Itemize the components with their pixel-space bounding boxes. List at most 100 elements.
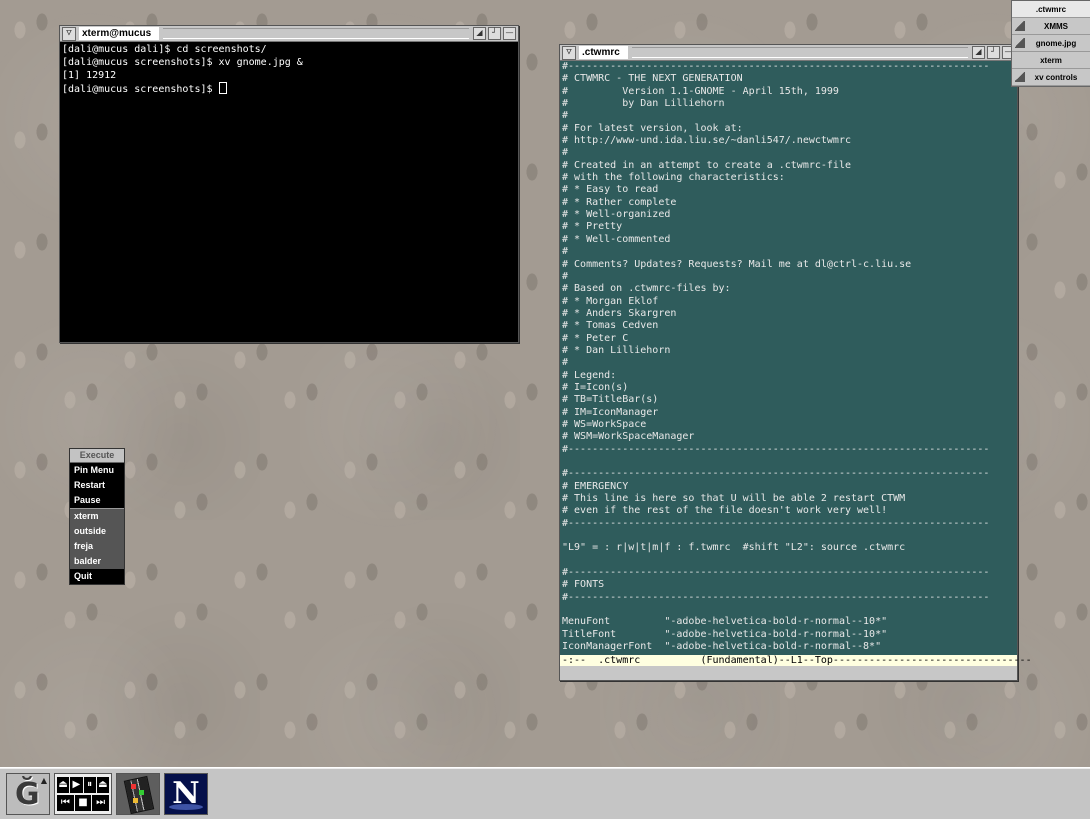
buffer-line: # * Pretty — [562, 221, 623, 233]
buffer-line: # even if the rest of the file doesn't w… — [562, 505, 888, 517]
player-top-row: ⏏ ▶ ⏸ ⏏ — [57, 777, 109, 793]
emacs-window[interactable]: ▽ .ctwmrc ◢ ┘ — #-----------------------… — [559, 44, 1032, 681]
menu-item-outside[interactable]: outside — [70, 524, 124, 539]
buffer-line — [562, 555, 1015, 567]
buffer-line: # by Dan Lilliehorn — [562, 98, 725, 110]
icon-manager-label: xv controls — [1034, 72, 1078, 82]
player-bottom-row: ⏮ ■ ⏭ — [57, 795, 110, 811]
terminal-line: [dali@mucus dali]$ cd screenshots/ — [62, 44, 267, 55]
buffer-line: # WS=WorkSpace — [562, 418, 647, 430]
buffer-line: # For latest version, look at: — [562, 122, 743, 134]
menu-item-balder[interactable]: balder — [70, 554, 124, 569]
buffer-line: "L9" = : r|w|t|m|f : f.twmrc #shift "L2"… — [562, 542, 906, 554]
cd-player-applet[interactable]: ⏏ ▶ ⏸ ⏏ ⏮ ■ ⏭ — [54, 773, 112, 815]
gnome-foot-menu-button[interactable]: Ğ ▲ — [6, 773, 50, 815]
menu-item-freja[interactable]: freja — [70, 539, 124, 554]
buffer-line: # * Well-organized — [562, 209, 671, 221]
icon-manager-item-gnome-jpg[interactable]: gnome.jpg — [1012, 35, 1090, 52]
resize-icon[interactable]: ┘ — [488, 27, 501, 40]
stop-icon[interactable]: ■ — [74, 795, 92, 811]
buffer-line: # I=Icon(s) — [562, 381, 629, 393]
arrow-up-icon: ▲ — [40, 776, 47, 785]
next-track-icon[interactable]: ⏭ — [92, 795, 110, 811]
menu-item-pause[interactable]: Pause — [70, 493, 124, 508]
buffer-line: #---------------------------------------… — [562, 443, 990, 455]
buffer-line: TitleFont "-adobe-helvetica-bold-r-norma… — [562, 628, 888, 640]
buffer-line: # — [562, 246, 569, 258]
buffer-line: # * Rather complete — [562, 196, 677, 208]
close-icon[interactable]: — — [503, 27, 516, 40]
menu-item-xterm[interactable]: xterm — [70, 509, 124, 524]
gnome-panel: Ğ ▲ ⏏ ▶ ⏸ ⏏ ⏮ ■ ⏭ N — [0, 767, 1090, 819]
titlebar-grip[interactable] — [631, 47, 968, 58]
buffer-line: #---------------------------------------… — [562, 517, 990, 529]
netscape-swoosh-icon — [169, 804, 203, 810]
buffer-line: # Comments? Updates? Requests? Mail me a… — [562, 258, 912, 270]
buffer-line: # * Tomas Cedven — [562, 320, 659, 332]
file-cabinet-icon — [123, 775, 155, 815]
iconified-icon — [1015, 72, 1025, 82]
text-cursor — [218, 82, 227, 94]
icon-manager-item-xv-controls[interactable]: xv controls — [1012, 69, 1090, 86]
buffer-line: # * Anders Skargren — [562, 307, 677, 319]
icon-manager-label: xterm — [1040, 55, 1062, 65]
buffer-line: #---------------------------------------… — [562, 468, 990, 480]
terminal-line: [1] 12912 — [62, 70, 117, 81]
icon-manager-label: gnome.jpg — [1035, 38, 1077, 48]
file-manager-launcher[interactable] — [116, 773, 160, 815]
gnome-foot-icon: Ğ — [15, 777, 40, 812]
buffer-line: MenuFont "-adobe-helvetica-bold-r-normal… — [562, 616, 888, 628]
led-icon — [133, 798, 138, 803]
xterm-window[interactable]: ▽ xterm@mucus ◢ ┘ — [dali@mucus dali]$ c… — [59, 25, 519, 343]
netscape-launcher[interactable]: N — [164, 773, 208, 815]
titlebar-grip[interactable] — [163, 28, 469, 39]
emacs-title: .ctwmrc — [579, 46, 628, 59]
xterm-titlebar[interactable]: ▽ xterm@mucus ◢ ┘ — — [60, 26, 518, 42]
buffer-line: # * Morgan Eklof — [562, 295, 659, 307]
buffer-line: # — [562, 270, 569, 282]
icon-manager-label: XMMS — [1044, 21, 1068, 31]
icon-manager-item-xterm[interactable]: xterm — [1012, 52, 1090, 69]
player-display-icon[interactable]: ⏏ — [57, 777, 70, 793]
previous-track-icon[interactable]: ⏮ — [57, 795, 74, 811]
buffer-line: # with the following characteristics: — [562, 172, 785, 184]
buffer-line: # This line is here so that U will be ab… — [562, 493, 906, 505]
buffer-line: # — [562, 147, 569, 159]
resize-icon[interactable]: ┘ — [987, 46, 1000, 59]
iconify-icon[interactable]: ◢ — [972, 46, 985, 59]
icon-manager-item-xmms[interactable]: XMMS — [1012, 18, 1090, 35]
buffer-line — [562, 456, 1015, 468]
buffer-line: # IM=IconManager — [562, 406, 659, 418]
buffer-line: # * Dan Lilliehorn — [562, 344, 671, 356]
buffer-line: # TB=TitleBar(s) — [562, 394, 659, 406]
terminal-prompt: [dali@mucus screenshots]$ — [62, 84, 219, 95]
buffer-line: # FONTS — [562, 579, 605, 591]
root-menu[interactable]: Execute Pin Menu Restart Pause xterm out… — [69, 448, 125, 585]
window-menu-icon[interactable]: ▽ — [562, 45, 576, 60]
buffer-line: # Based on .ctwmrc-files by: — [562, 283, 731, 295]
buffer-line: # CTWMRC - THE NEXT GENERATION — [562, 73, 743, 85]
buffer-line: # http://www-und.ida.liu.se/~danli547/.n… — [562, 135, 851, 147]
iconified-icon — [1015, 38, 1025, 48]
emacs-modeline: -:-- .ctwmrc (Fundamental)--L1--Top-----… — [560, 655, 1032, 666]
menu-item-quit[interactable]: Quit — [70, 569, 124, 584]
icon-manager-item-ctwmrc[interactable]: .ctwmrc — [1012, 1, 1090, 18]
buffer-line: # Created in an attempt to create a .ctw… — [562, 159, 851, 171]
icon-manager[interactable]: .ctwmrc XMMS gnome.jpg xterm xv controls — [1011, 0, 1090, 87]
emacs-text-area[interactable]: #---------------------------------------… — [560, 61, 1017, 655]
window-menu-icon[interactable]: ▽ — [62, 26, 76, 41]
pause-icon[interactable]: ⏸ — [83, 777, 96, 793]
led-icon — [131, 784, 136, 789]
buffer-line — [562, 530, 1015, 542]
emacs-titlebar[interactable]: ▽ .ctwmrc ◢ ┘ — — [560, 45, 1017, 61]
buffer-line: # — [562, 110, 569, 122]
icon-manager-label: .ctwmrc — [1035, 4, 1067, 14]
xterm-terminal[interactable]: [dali@mucus dali]$ cd screenshots/ [dali… — [60, 42, 518, 342]
menu-item-pin-menu[interactable]: Pin Menu — [70, 463, 124, 478]
eject-icon[interactable]: ⏏ — [96, 777, 109, 793]
play-icon[interactable]: ▶ — [70, 777, 83, 793]
iconify-icon[interactable]: ◢ — [473, 27, 486, 40]
buffer-line: # Legend: — [562, 369, 617, 381]
menu-item-restart[interactable]: Restart — [70, 478, 124, 493]
buffer-line: # * Peter C — [562, 332, 629, 344]
